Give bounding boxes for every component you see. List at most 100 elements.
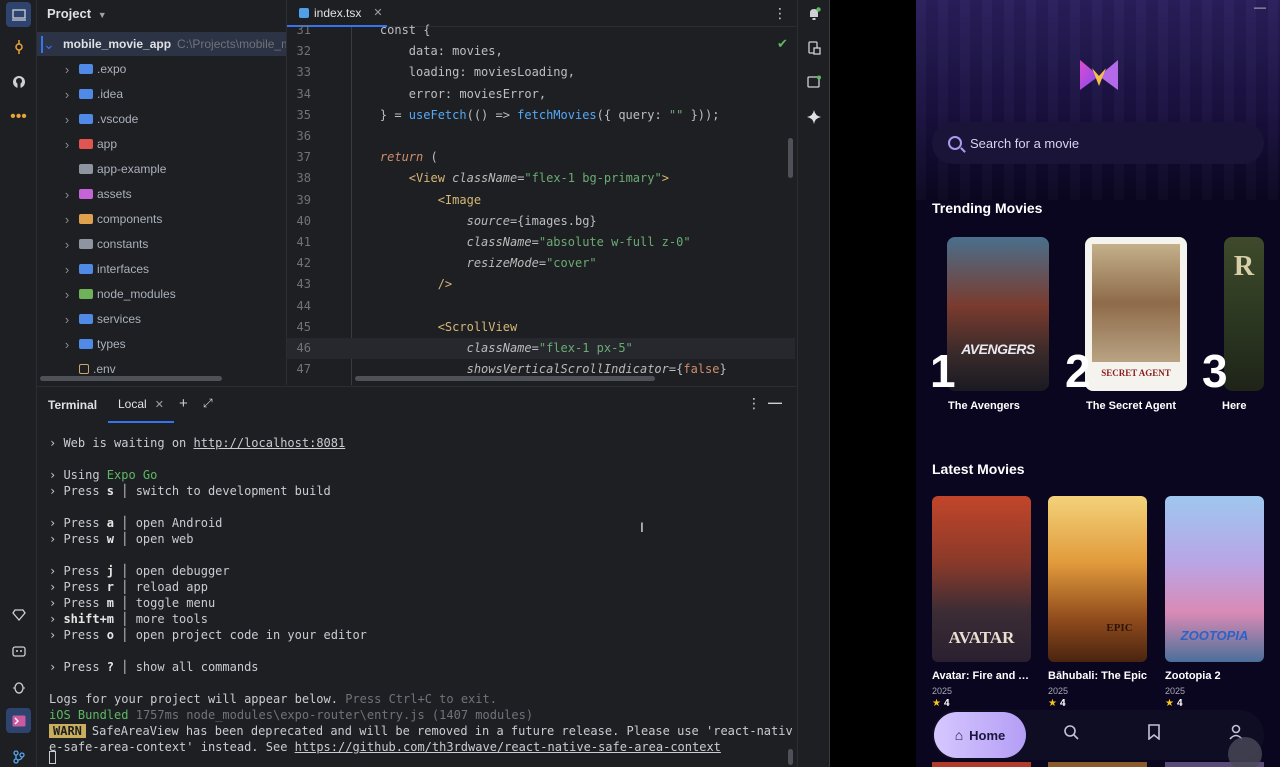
code-line[interactable]: 31 const { <box>287 20 795 41</box>
code-line[interactable]: 33 loading: moviesLoading, <box>287 62 795 83</box>
terminal-caret[interactable] <box>49 751 789 767</box>
services-tool-icon[interactable] <box>6 638 31 663</box>
close-terminal-tab-icon[interactable]: ✕ <box>155 398 164 411</box>
chevron-right-icon[interactable]: › <box>61 237 73 252</box>
code-line[interactable]: 39 <Image <box>287 190 795 211</box>
terminal-line: › shift+m │ more tools <box>49 612 208 626</box>
nav-search-icon[interactable] <box>1060 724 1082 746</box>
latest-card-3[interactable]: ZOOTOPIA <box>1165 496 1264 662</box>
tree-item[interactable]: › interfaces <box>37 257 286 281</box>
chevron-right-icon[interactable]: › <box>61 212 73 227</box>
tree-item[interactable]: › node_modules <box>37 282 286 306</box>
nav-saved-bookmark-icon[interactable] <box>1143 724 1165 746</box>
debug-bug-icon[interactable] <box>6 674 31 699</box>
notifications-bell-icon[interactable] <box>802 2 826 26</box>
tree-item-label: types <box>97 337 126 351</box>
code-line[interactable]: 37 return ( <box>287 147 795 168</box>
code-line[interactable]: 40 source={images.bg} <box>287 211 795 232</box>
tree-item[interactable]: › .vscode <box>37 107 286 131</box>
terminal-scrollbar[interactable] <box>788 749 793 765</box>
git-branch-icon[interactable] <box>6 744 31 767</box>
code-text: data: movies, <box>351 44 503 59</box>
minimize-window-icon[interactable]: — <box>1254 0 1266 14</box>
tree-item[interactable]: › constants <box>37 232 286 256</box>
project-tool-icon[interactable] <box>6 2 31 27</box>
code-line[interactable]: 34 error: moviesError, <box>287 84 795 105</box>
tree-item[interactable]: › services <box>37 307 286 331</box>
project-horizontal-scrollbar[interactable] <box>40 376 222 381</box>
expand-terminal-icon[interactable]: ⤢ <box>203 396 213 411</box>
device-manager-icon[interactable] <box>802 36 826 60</box>
line-number: 32 <box>296 44 311 59</box>
tree-item[interactable]: › types <box>37 332 286 356</box>
no-problems-check-icon[interactable]: ✔ <box>777 36 788 52</box>
nav-home-button[interactable]: ⌂ Home <box>934 712 1026 758</box>
trending-card-1[interactable]: AVENGERS <box>947 237 1049 391</box>
chevron-right-icon[interactable]: › <box>61 62 73 77</box>
close-tab-icon[interactable]: ✕ <box>373 6 382 19</box>
tree-item[interactable]: › app <box>37 132 286 156</box>
tree-item-label: .idea <box>97 87 124 101</box>
tree-item-label: mobile_movie_app <box>63 37 172 51</box>
code-line[interactable]: 46 className="flex-1 px-5" <box>287 338 795 359</box>
floating-action-button[interactable] <box>1228 737 1262 767</box>
ai-assistant-sparkle-icon[interactable] <box>802 105 826 129</box>
tree-item[interactable]: app-example <box>37 157 286 181</box>
tree-item[interactable]: ⌄ mobile_movie_app C:\Projects\mobile_m <box>37 32 286 56</box>
editor-horizontal-scrollbar[interactable] <box>355 376 655 381</box>
search-input[interactable] <box>970 135 1250 151</box>
tree-item[interactable]: › components <box>37 207 286 231</box>
commit-tool-icon[interactable] <box>6 34 31 59</box>
more-tools-icon[interactable]: ••• <box>6 104 31 129</box>
code-line[interactable]: 44 <box>287 296 795 317</box>
tree-item[interactable]: › .idea <box>37 82 286 106</box>
chevron-right-icon[interactable]: › <box>61 87 73 102</box>
search-bar[interactable] <box>932 122 1264 164</box>
home-icon: ⌂ <box>954 727 964 743</box>
terminal-tab-label: Local <box>118 397 147 411</box>
next-row-poster-peek <box>932 762 1031 767</box>
code-line[interactable]: 43 /> <box>287 274 795 295</box>
running-devices-icon[interactable] <box>802 70 826 94</box>
gem-icon[interactable] <box>6 602 31 627</box>
terminal-panel[interactable]: Terminal Local ✕ + ⤢ ⋮ — › Web is waitin… <box>37 386 797 767</box>
tree-item-label: assets <box>97 187 132 201</box>
project-panel-header[interactable]: Project ▼ <box>47 6 107 21</box>
chevron-right-icon[interactable]: › <box>61 287 73 302</box>
folder-icon <box>79 64 93 74</box>
terminal-line: iOS Bundled 1757ms node_modules\expo-rou… <box>49 708 534 722</box>
terminal-tool-icon[interactable] <box>6 708 31 733</box>
terminal-menu-icon[interactable]: ⋮ <box>747 395 761 412</box>
chevron-right-icon[interactable]: › <box>61 187 73 202</box>
terminal-tab-local[interactable]: Local ✕ <box>108 387 174 423</box>
chevron-right-icon[interactable]: › <box>61 312 73 327</box>
github-icon[interactable] <box>6 69 31 94</box>
latest-year-2: 2025 <box>1048 686 1069 696</box>
trending-card-3[interactable]: R <box>1224 237 1264 391</box>
editor-vertical-scrollbar[interactable] <box>788 138 793 178</box>
code-line[interactable]: 45 <ScrollView <box>287 317 795 338</box>
code-line[interactable]: 41 className="absolute w-full z-0" <box>287 232 795 253</box>
tree-item-label: interfaces <box>97 262 150 276</box>
latest-card-1[interactable]: AVATAR <box>932 496 1031 662</box>
code-line[interactable]: 35 } = useFetch(() => fetchMovies({ quer… <box>287 105 795 126</box>
code-line[interactable]: 36 <box>287 126 795 147</box>
code-line[interactable]: 32 data: movies, <box>287 41 795 62</box>
chevron-down-icon[interactable]: ⌄ <box>41 35 55 53</box>
code-line[interactable]: 42 resizeMode="cover" <box>287 253 795 274</box>
new-terminal-plus-icon[interactable]: + <box>179 395 188 412</box>
tree-item[interactable]: › .expo <box>37 57 286 81</box>
ide-window: ••• Project ▼ ⌄ mobile_movie_app C:\Projec… <box>0 0 830 767</box>
code-editor[interactable]: index.tsx ✕ ⋮ 31 const {32 data: movies,… <box>286 0 797 385</box>
trending-card-2[interactable]: SECRET AGENT <box>1085 237 1187 391</box>
chevron-right-icon[interactable]: › <box>61 112 73 127</box>
tree-item[interactable]: › assets <box>37 182 286 206</box>
code-line[interactable]: 38 <View className="flex-1 bg-primary"> <box>287 168 795 189</box>
chevron-right-icon[interactable]: › <box>61 337 73 352</box>
latest-card-2[interactable]: EPIC <box>1048 496 1147 662</box>
chevron-right-icon[interactable]: › <box>61 262 73 277</box>
latest-rating-2: ★ 4 <box>1048 698 1066 709</box>
terminal-line: WARN SafeAreaView has been deprecated and… <box>49 723 793 739</box>
minimize-terminal-icon[interactable]: — <box>768 394 782 410</box>
chevron-right-icon[interactable]: › <box>61 137 73 152</box>
